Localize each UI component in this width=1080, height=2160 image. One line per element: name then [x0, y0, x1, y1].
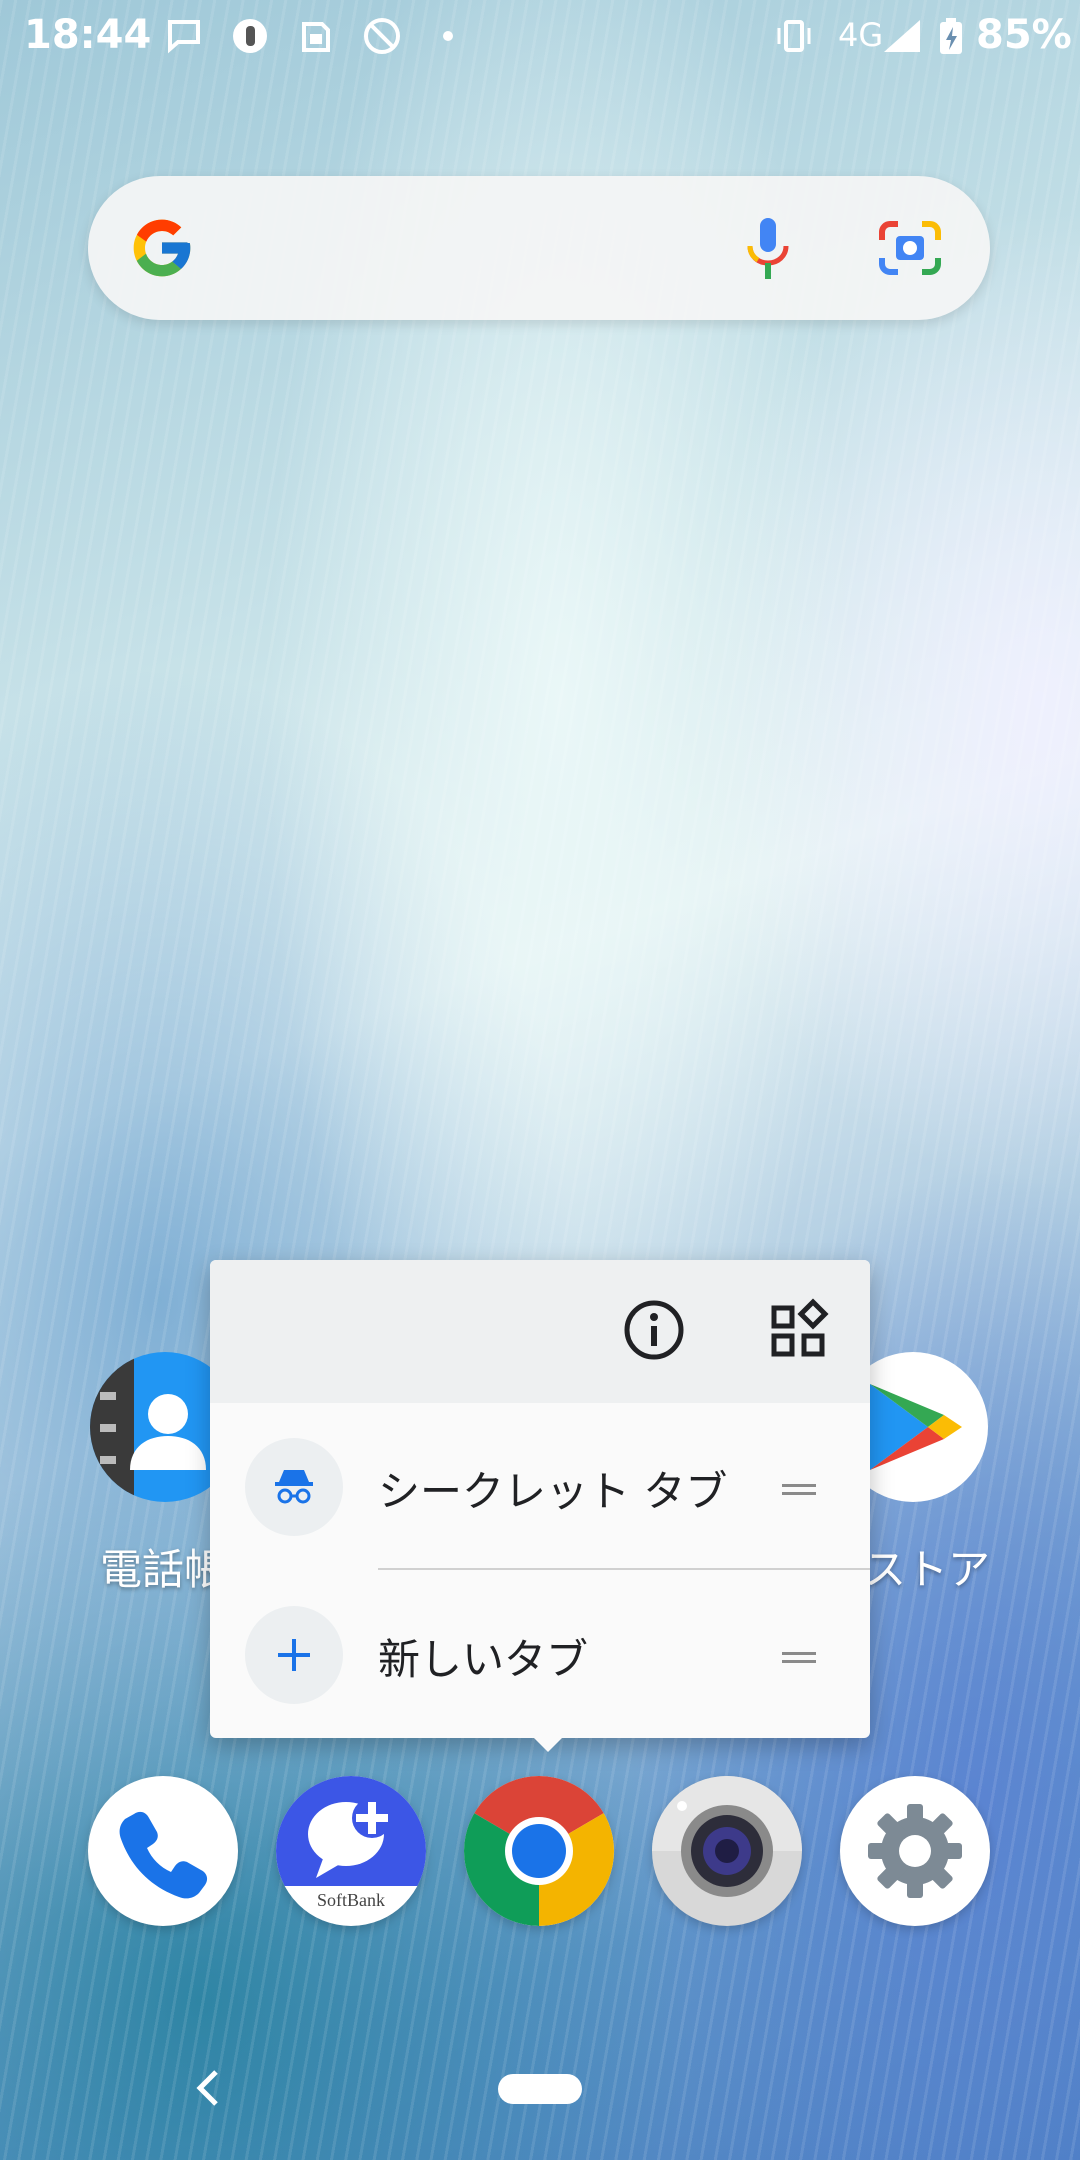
phone-icon	[119, 1811, 208, 1899]
gear-icon	[868, 1804, 962, 1898]
shortcut-new-tab[interactable]: 新しいタブ	[210, 1574, 870, 1734]
new-tab-label: 新しいタブ	[378, 1635, 589, 1684]
app-notification-icon	[233, 19, 267, 53]
battery-percent: 85%	[976, 12, 1072, 58]
google-logo-icon	[133, 219, 191, 277]
incognito-icon-container	[245, 1438, 343, 1536]
drag-handle-icon[interactable]	[782, 1652, 816, 1664]
app-info-icon[interactable]	[622, 1298, 686, 1362]
plus-icon	[278, 1639, 310, 1671]
chrome-app-icon[interactable]	[464, 1776, 614, 1926]
popup-pointer	[534, 1738, 562, 1752]
dot-icon	[443, 31, 453, 41]
chrome-icon	[464, 1776, 614, 1926]
softbank-text: SoftBank	[316, 1890, 385, 1910]
popup-divider	[378, 1568, 870, 1570]
status-time: 18:44	[24, 12, 152, 58]
incognito-tab-label: シークレット タブ	[378, 1467, 728, 1516]
google-lens-icon[interactable]	[878, 218, 942, 278]
app-shortcut-popup: シークレット タブ 新しいタブ	[210, 1260, 870, 1752]
google-search-bar[interactable]	[88, 176, 990, 320]
plus-icon-container	[245, 1606, 343, 1704]
softbank-message-app-icon[interactable]: SoftBank	[276, 1776, 426, 1926]
camera-icon	[652, 1776, 802, 1897]
message-icon	[168, 20, 200, 54]
sim-card-icon	[302, 22, 330, 52]
vibrate-icon	[777, 20, 811, 52]
no-touch-icon	[364, 18, 400, 54]
phone-app-icon[interactable]	[88, 1776, 238, 1926]
widgets-icon[interactable]	[768, 1298, 832, 1362]
battery-charging-icon	[940, 18, 962, 54]
settings-app-icon[interactable]	[840, 1776, 990, 1926]
incognito-icon	[275, 1470, 313, 1504]
shortcut-incognito-tab[interactable]: シークレット タブ	[210, 1406, 870, 1566]
home-nav-pill[interactable]	[498, 2074, 582, 2104]
play-store-app-label: ストア	[864, 1545, 991, 1594]
popup-header	[210, 1260, 870, 1403]
camera-app-icon[interactable]	[652, 1776, 802, 1926]
status-bar: 18:44 4G 85%	[0, 0, 1080, 72]
microphone-icon[interactable]	[738, 216, 798, 282]
drag-handle-icon[interactable]	[782, 1484, 816, 1496]
signal-icon	[884, 20, 920, 52]
contacts-app-label: 電話帳	[100, 1545, 227, 1594]
network-type: 4G	[838, 16, 884, 54]
back-nav-icon[interactable]	[190, 2068, 226, 2108]
